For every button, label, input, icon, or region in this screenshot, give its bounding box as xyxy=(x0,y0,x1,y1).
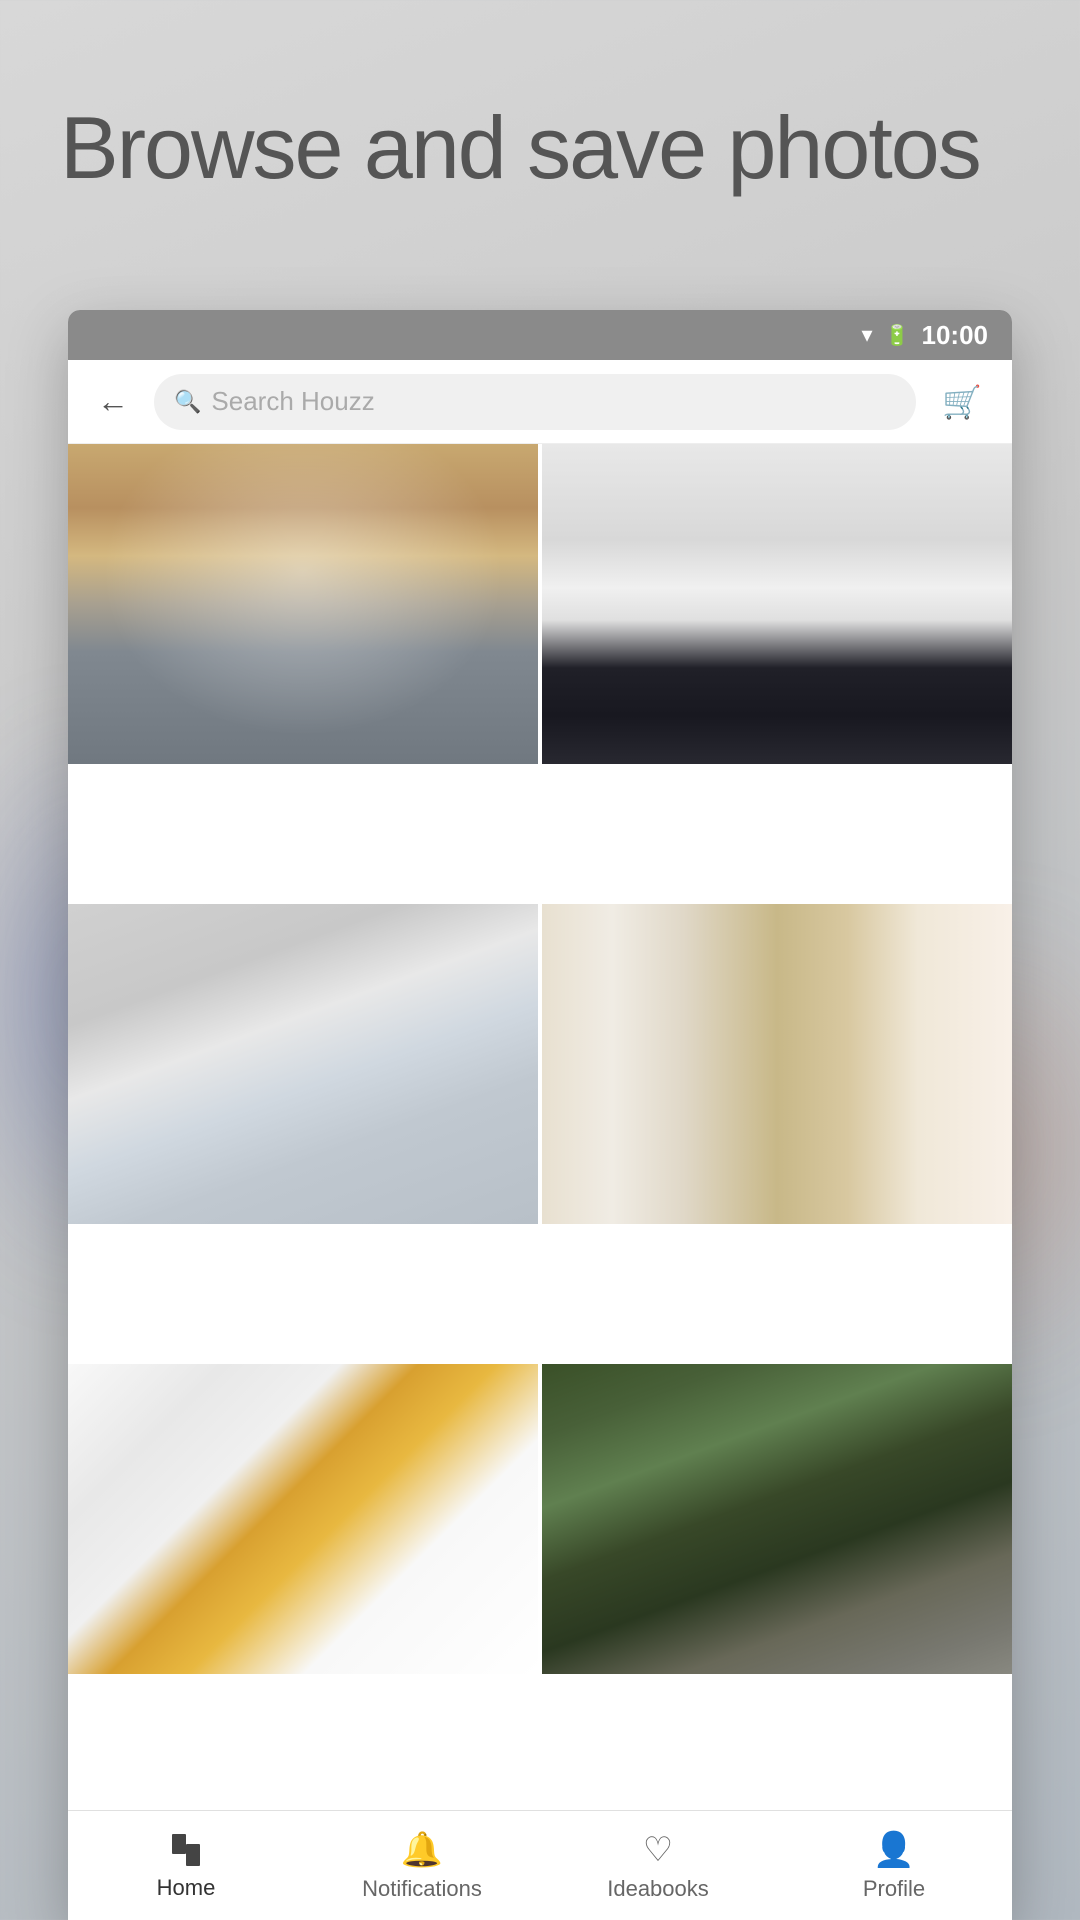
status-time: 10:00 xyxy=(922,320,989,351)
nav-label-home: Home xyxy=(157,1875,216,1901)
battery-icon: 🔋 xyxy=(885,323,910,348)
photo-kitchen-warm[interactable] xyxy=(68,444,538,900)
search-icon: 🔍 xyxy=(174,389,201,415)
photo-kitchen-white[interactable] xyxy=(542,444,1012,900)
bottom-nav: Home 🔔 Notifications ♡ Ideabooks 👤 Profi… xyxy=(68,1810,1012,1920)
back-arrow-icon: ← xyxy=(97,383,129,420)
cart-button[interactable]: 🛒 xyxy=(932,372,992,432)
back-button[interactable]: ← xyxy=(88,377,138,427)
photo-kitchen2[interactable] xyxy=(68,1364,538,1810)
nav-item-home[interactable]: Home xyxy=(68,1811,304,1920)
nav-label-profile: Profile xyxy=(863,1876,925,1902)
photo-bookshelf[interactable] xyxy=(542,904,1012,1360)
phone-frame: ▾ 🔋 10:00 ← 🔍 Search Houzz 🛒 xyxy=(68,310,1012,1920)
hero-title: Browse and save photos xyxy=(60,100,1020,197)
ideabooks-icon: ♡ xyxy=(643,1830,673,1870)
wifi-icon: ▾ xyxy=(862,322,873,348)
photo-bathroom[interactable] xyxy=(68,904,538,1360)
nav-label-notifications: Notifications xyxy=(362,1876,482,1902)
nav-item-ideabooks[interactable]: ♡ Ideabooks xyxy=(540,1811,776,1920)
profile-icon: 👤 xyxy=(873,1830,915,1870)
home-icon xyxy=(167,1831,205,1869)
search-placeholder-text: Search Houzz xyxy=(211,386,374,417)
nav-item-profile[interactable]: 👤 Profile xyxy=(776,1811,1012,1920)
search-bar[interactable]: 🔍 Search Houzz xyxy=(154,374,916,430)
notifications-icon: 🔔 xyxy=(401,1830,443,1870)
top-bar: ← 🔍 Search Houzz 🛒 xyxy=(68,360,1012,444)
nav-label-ideabooks: Ideabooks xyxy=(607,1876,709,1902)
photo-grid xyxy=(68,444,1012,1810)
status-bar: ▾ 🔋 10:00 xyxy=(68,310,1012,360)
cart-icon: 🛒 xyxy=(942,383,982,421)
nav-item-notifications[interactable]: 🔔 Notifications xyxy=(304,1811,540,1920)
photo-exterior[interactable] xyxy=(542,1364,1012,1810)
